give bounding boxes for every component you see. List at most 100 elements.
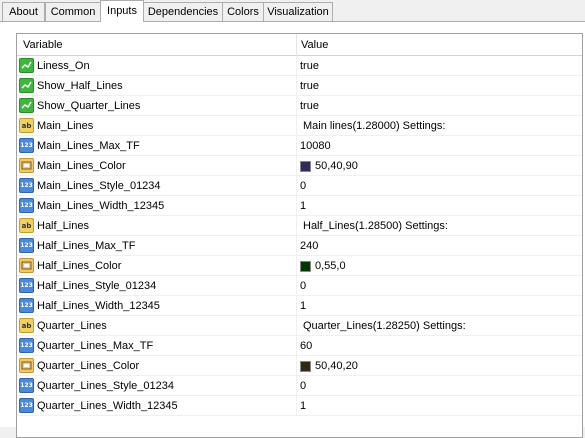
tab-visualization[interactable]: Visualization — [263, 2, 333, 21]
variable-value[interactable]: 240 — [300, 240, 318, 252]
tab-strip: About Common Inputs Dependencies Colors … — [0, 0, 585, 22]
variable-name: Show_Quarter_Lines — [37, 100, 141, 112]
variable-name: Quarter_Lines — [37, 320, 107, 332]
row-divider — [296, 296, 297, 316]
table-row[interactable]: Liness_On true — [17, 56, 582, 76]
variable-name: Main_Lines_Color — [37, 160, 126, 172]
variable-name: Liness_On — [37, 60, 90, 72]
variable-name: Half_Lines_Width_12345 — [37, 300, 160, 312]
variable-value[interactable]: 10080 — [300, 140, 331, 152]
tab-colors[interactable]: Colors — [222, 2, 264, 21]
variable-name: Main_Lines — [37, 120, 94, 132]
string-icon: ab — [19, 218, 34, 233]
row-divider — [296, 196, 297, 216]
row-divider — [296, 116, 297, 136]
integer-icon: 123 — [19, 398, 34, 413]
row-divider — [296, 96, 297, 116]
column-header-variable[interactable]: Variable — [23, 39, 63, 51]
integer-icon: 123 — [19, 298, 34, 313]
row-divider — [296, 176, 297, 196]
table-row[interactable]: 123 Main_Lines_Style_01234 0 — [17, 176, 582, 196]
table-row[interactable]: ab Half_Lines Half_Lines(1.28500) Settings… — [17, 216, 582, 236]
string-icon: ab — [19, 118, 34, 133]
variable-value[interactable]: 0 — [300, 380, 306, 392]
integer-icon: 123 — [19, 278, 34, 293]
tab-about[interactable]: About — [2, 2, 45, 21]
variable-value[interactable]: 50,40,20 — [315, 360, 358, 372]
variable-value[interactable]: Quarter_Lines(1.28250) Settings: — [303, 320, 466, 332]
variable-name: Half_Lines_Style_01234 — [37, 280, 157, 292]
variable-name: Quarter_Lines_Max_TF — [37, 340, 154, 352]
integer-icon: 123 — [19, 178, 34, 193]
table-row[interactable]: ab Quarter_Lines Quarter_Lines(1.28250) Se… — [17, 316, 582, 336]
color-swatch[interactable] — [300, 161, 311, 172]
color-swatch[interactable] — [300, 361, 311, 372]
inputs-panel: Variable Value Liness_On true Show_Half_Li… — [0, 21, 585, 438]
tab-dependencies[interactable]: Dependencies — [143, 2, 223, 21]
column-header-value[interactable]: Value — [301, 39, 328, 51]
row-divider — [296, 156, 297, 176]
integer-icon: 123 — [19, 238, 34, 253]
variable-name: Main_Lines_Style_01234 — [37, 180, 161, 192]
variable-value[interactable]: 0,55,0 — [315, 260, 346, 272]
table-row[interactable]: 123 Quarter_Lines_Style_01234 0 — [17, 376, 582, 396]
variable-name: Quarter_Lines_Color — [37, 360, 140, 372]
variable-value[interactable]: true — [300, 80, 319, 92]
string-icon: ab — [19, 318, 34, 333]
row-divider — [296, 256, 297, 276]
row-divider — [296, 316, 297, 336]
tab-inputs[interactable]: Inputs — [100, 0, 144, 22]
row-divider — [296, 236, 297, 256]
variable-value[interactable]: Main lines(1.28000) Settings: — [303, 120, 445, 132]
table-row[interactable]: Show_Quarter_Lines true — [17, 96, 582, 116]
variable-value[interactable]: 0 — [300, 180, 306, 192]
table-row[interactable]: 123 Half_Lines_Max_TF 240 — [17, 236, 582, 256]
variable-name: Main_Lines_Max_TF — [37, 140, 140, 152]
inputs-grid: Variable Value Liness_On true Show_Half_Li… — [16, 33, 583, 438]
table-row[interactable]: 123 Half_Lines_Width_12345 1 — [17, 296, 582, 316]
row-divider — [296, 56, 297, 76]
boolean-icon — [19, 58, 34, 73]
color-icon — [19, 158, 34, 173]
color-icon — [19, 258, 34, 273]
variable-value[interactable]: 1 — [300, 300, 306, 312]
row-divider — [296, 76, 297, 96]
row-divider — [296, 276, 297, 296]
row-divider — [296, 336, 297, 356]
variable-name: Half_Lines — [37, 220, 89, 232]
table-row[interactable]: Main_Lines_Color 50,40,90 — [17, 156, 582, 176]
color-icon — [19, 358, 34, 373]
table-row[interactable]: 123 Half_Lines_Style_01234 0 — [17, 276, 582, 296]
table-row[interactable]: 123 Quarter_Lines_Width_12345 1 — [17, 396, 582, 416]
variable-name: Quarter_Lines_Style_01234 — [37, 380, 174, 392]
variable-value[interactable]: true — [300, 60, 319, 72]
integer-icon: 123 — [19, 378, 34, 393]
table-row[interactable]: Show_Half_Lines true — [17, 76, 582, 96]
table-row[interactable]: 123 Main_Lines_Max_TF 10080 — [17, 136, 582, 156]
variable-value[interactable]: true — [300, 100, 319, 112]
variable-value[interactable]: 1 — [300, 400, 306, 412]
boolean-icon — [19, 98, 34, 113]
row-divider — [296, 136, 297, 156]
color-swatch[interactable] — [300, 261, 311, 272]
table-row[interactable]: ab Main_Lines Main lines(1.28000) Settings… — [17, 116, 582, 136]
variable-value[interactable]: 1 — [300, 200, 306, 212]
table-row[interactable]: 123 Main_Lines_Width_12345 1 — [17, 196, 582, 216]
table-row[interactable]: Half_Lines_Color 0,55,0 — [17, 256, 582, 276]
variable-value[interactable]: 0 — [300, 280, 306, 292]
row-divider — [296, 396, 297, 416]
variable-name: Main_Lines_Width_12345 — [37, 200, 165, 212]
variable-name: Half_Lines_Max_TF — [37, 240, 136, 252]
integer-icon: 123 — [19, 138, 34, 153]
tab-common[interactable]: Common — [45, 2, 101, 21]
table-row[interactable]: Quarter_Lines_Color 50,40,20 — [17, 356, 582, 376]
variable-value[interactable]: 50,40,90 — [315, 160, 358, 172]
variable-value[interactable]: 60 — [300, 340, 312, 352]
variable-name: Quarter_Lines_Width_12345 — [37, 400, 178, 412]
table-row[interactable]: 123 Quarter_Lines_Max_TF 60 — [17, 336, 582, 356]
variable-value[interactable]: Half_Lines(1.28500) Settings: — [303, 220, 448, 232]
variable-name: Show_Half_Lines — [37, 80, 123, 92]
integer-icon: 123 — [19, 198, 34, 213]
grid-header: Variable Value — [17, 34, 582, 56]
column-divider[interactable] — [296, 34, 297, 56]
